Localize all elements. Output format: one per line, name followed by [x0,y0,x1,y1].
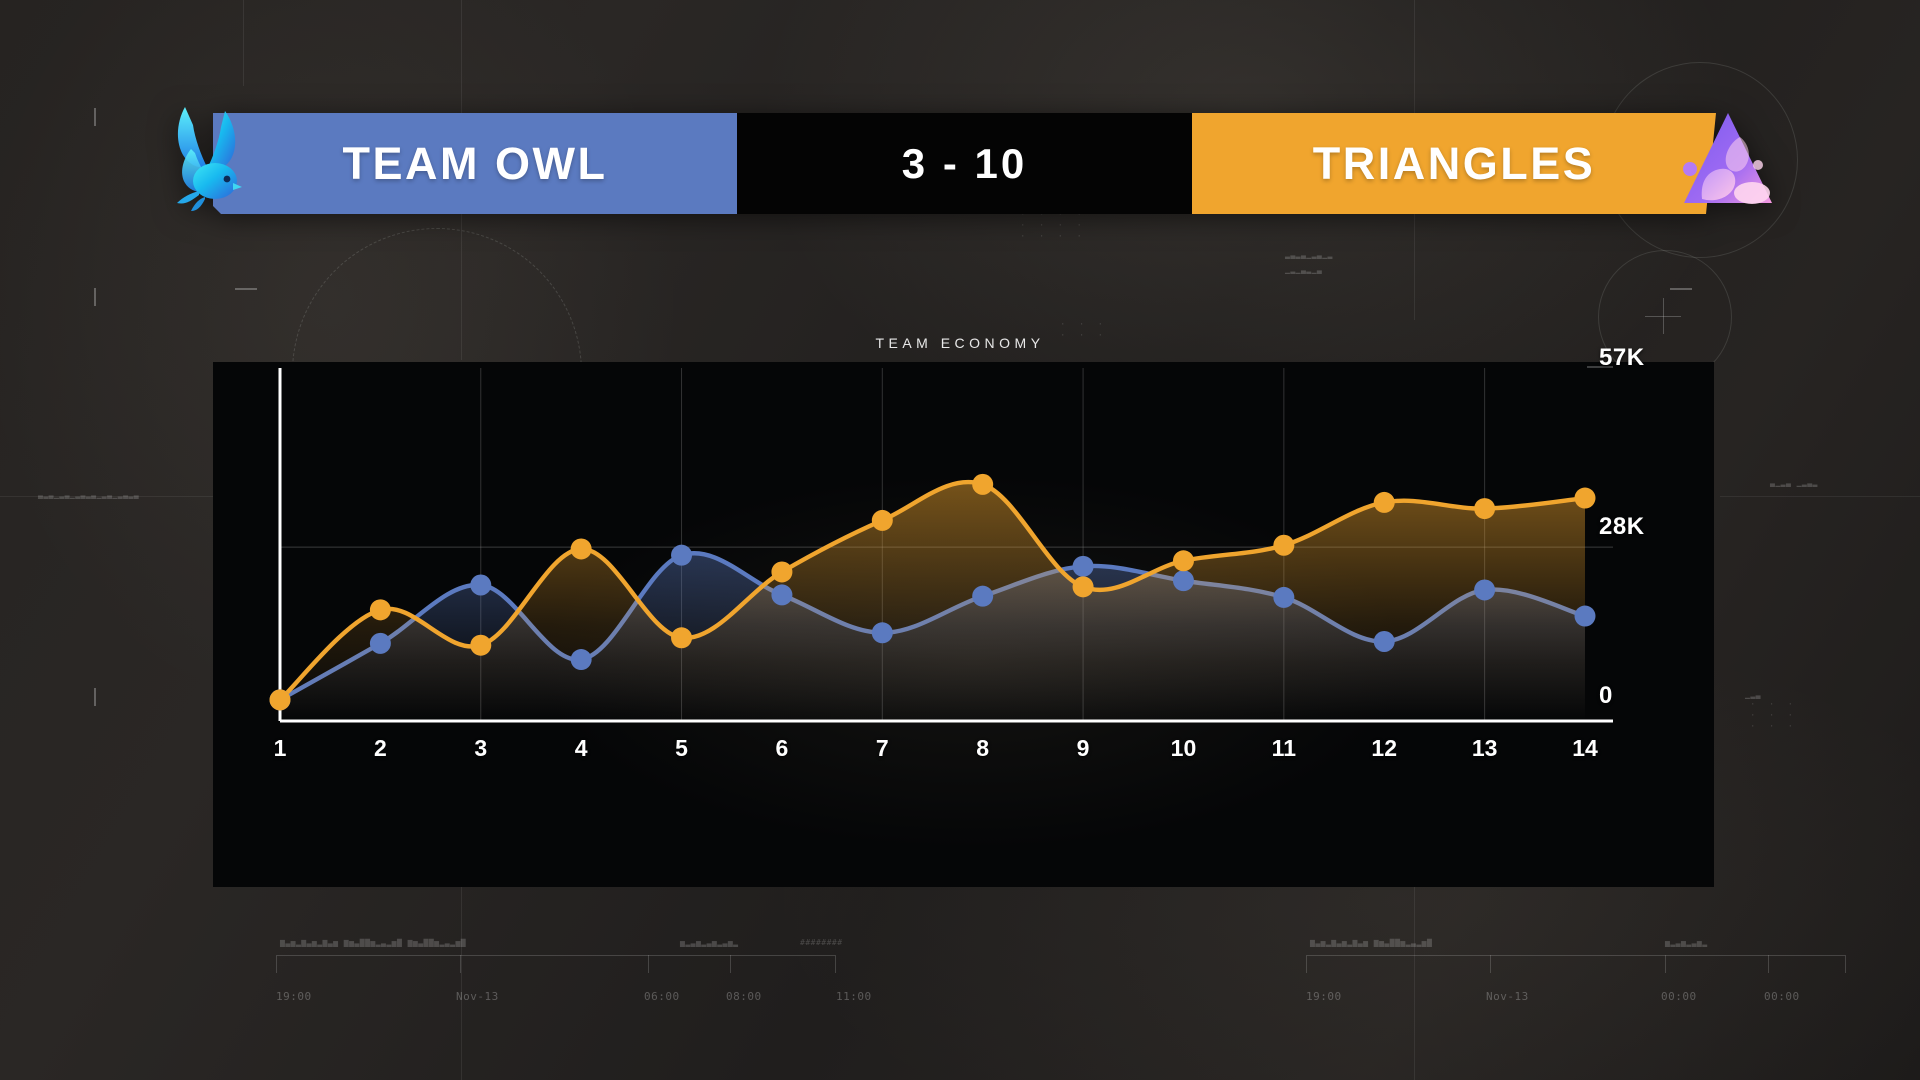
y-axis-label-middle: 28K [1599,513,1645,540]
x-axis-tick-label: 1 [273,735,287,761]
chart-point [972,473,994,495]
x-axis-tick-label: 13 [1471,735,1498,761]
hud-timeline-label: 06:00 [644,990,680,1003]
team-economy-chart: 57K 28K 0 1 2 3 4 5 6 7 8 9 10 11 12 13 14 [213,344,1714,887]
score-panel: 3 - 10 [737,113,1192,214]
x-axis-tick-label: 2 [373,735,387,761]
chart-point [570,649,592,671]
hud-tick [94,108,96,126]
hud-bracket [276,955,836,973]
owl-logo-icon [177,107,242,211]
hud-vertical-line [1414,860,1415,1080]
chart-series [277,479,1588,721]
hud-micro-text: ▃▁▂▃ ▁▂▃▂ [1770,478,1818,487]
chart-point [1373,491,1395,513]
hud-timeline-label: 19:00 [1306,990,1342,1003]
scoreboard: TEAM OWL 3 - 10 TRIANGLES [177,107,1772,214]
hud-micro-text: ▆▃▅▂▆▃▅▂▆▃▅ ▆▅▃▇▇▅▂▃▂▅▇ ▆▅▃▇▇▅▂▃▂▅▇ [280,938,467,947]
hud-horizontal-line [0,496,230,497]
hud-micro-text: ▂▃▂▃▁▂▃▁▂ [1285,250,1333,259]
hud-tick [235,288,257,290]
chart-point [771,561,793,583]
score-text: 3 - 10 [901,139,1028,187]
hud-bracket-divider [730,955,731,973]
chart-point [871,509,893,531]
team-panel-right[interactable]: TRIANGLES [1192,113,1772,214]
hud-bracket-divider [1490,955,1491,973]
hud-crosshair-icon [1645,298,1681,334]
x-axis-tick-label: 6 [775,735,789,761]
x-axis-tick-label: 3 [474,735,488,761]
chart-point [570,538,592,560]
x-axis-tick-label: 10 [1170,735,1197,761]
team-left-name: TEAM OWL [342,137,608,189]
x-axis-tick-label: 5 [675,735,688,761]
hud-micro-text: ▅▂▃▅▂▃▅▂▃▅▂ [680,938,739,947]
hud-timeline-label: Nov-13 [1486,990,1529,1003]
hud-tick [94,688,96,706]
x-axis-tick-label: 14 [1572,735,1598,761]
hud-bracket-divider [460,955,461,973]
hud-dot-matrix: · · · · · · · · · [1750,700,1798,732]
chart-point [369,599,391,621]
chart-point [972,585,994,607]
hud-micro-text: ▁▂▃ [1745,690,1761,699]
hud-vertical-line [461,880,462,1080]
chart-point [671,544,693,566]
hud-timeline-label: 11:00 [836,990,872,1003]
hud-timeline-label: 00:00 [1661,990,1697,1003]
hud-micro-text: ▆▃▅▂▆▃▅▂▆▃▅ ▆▅▃▇▇▅▂▃▂▅▇ [1310,938,1433,947]
chart-svg [269,366,1613,723]
hud-timeline-label: 08:00 [726,990,762,1003]
x-axis-tick-label: 4 [574,735,588,761]
chart-point [771,584,793,606]
hud-micro-text: ▃▂▃▁▂▃▁▂▃▂▃▁▂▃▁▂▃▂▃ [38,490,140,499]
hud-timeline-label: Nov-13 [456,990,499,1003]
hud-vertical-line [243,0,244,86]
hud-horizontal-line [1720,496,1920,497]
chart-point [369,632,391,654]
x-axis-tick-label: 9 [1076,735,1090,761]
broadcast-overlay-root: · · · · · · · · · · · · · · · · · · · · … [0,0,1920,1080]
y-axis-label-top: 57K [1599,344,1645,371]
hud-timeline-label: 00:00 [1764,990,1800,1003]
x-axis-tick-label: 7 [875,735,889,761]
chart-point [1072,555,1094,577]
hud-bracket [1306,955,1846,973]
hud-micro-text: ▅▂▃▅▂▃▅▂ [1665,938,1708,947]
chart-point [269,689,291,711]
hud-bracket-divider [1768,955,1769,973]
chart-point [1574,605,1596,627]
triangle-logo-icon [1683,113,1772,204]
team-right-name: TRIANGLES [1312,137,1596,189]
x-axis-tick-label: 12 [1371,735,1398,761]
hud-micro-text: ######## [800,938,843,947]
chart-point [1474,498,1496,520]
hud-tick [1670,288,1692,290]
hud-bracket-divider [1665,955,1666,973]
chart-point [871,622,893,644]
chart-point [1574,487,1596,509]
chart-point [1172,550,1194,572]
chart-point [470,634,492,656]
chart-point [470,574,492,596]
x-axis-tick-label: 11 [1271,735,1297,761]
team-panel-left[interactable]: TEAM OWL [177,107,737,214]
hud-timeline-label: 19:00 [276,990,312,1003]
chart-point [1172,570,1194,592]
hud-dot-matrix: · · · · · · · · · · · · [1020,210,1086,242]
chart-point [671,627,693,649]
chart-point [1474,579,1496,601]
hud-bracket-divider [648,955,649,973]
hud-micro-text: ▁▂▁▃▂▁▃ [1285,265,1323,274]
hud-tick [94,288,96,306]
y-axis-label-bottom: 0 [1599,682,1613,709]
chart-point [1273,534,1295,556]
chart-point [1072,576,1094,598]
chart-point [1373,631,1395,653]
x-axis-tick-label: 8 [976,735,990,761]
chart-point [1273,586,1295,608]
